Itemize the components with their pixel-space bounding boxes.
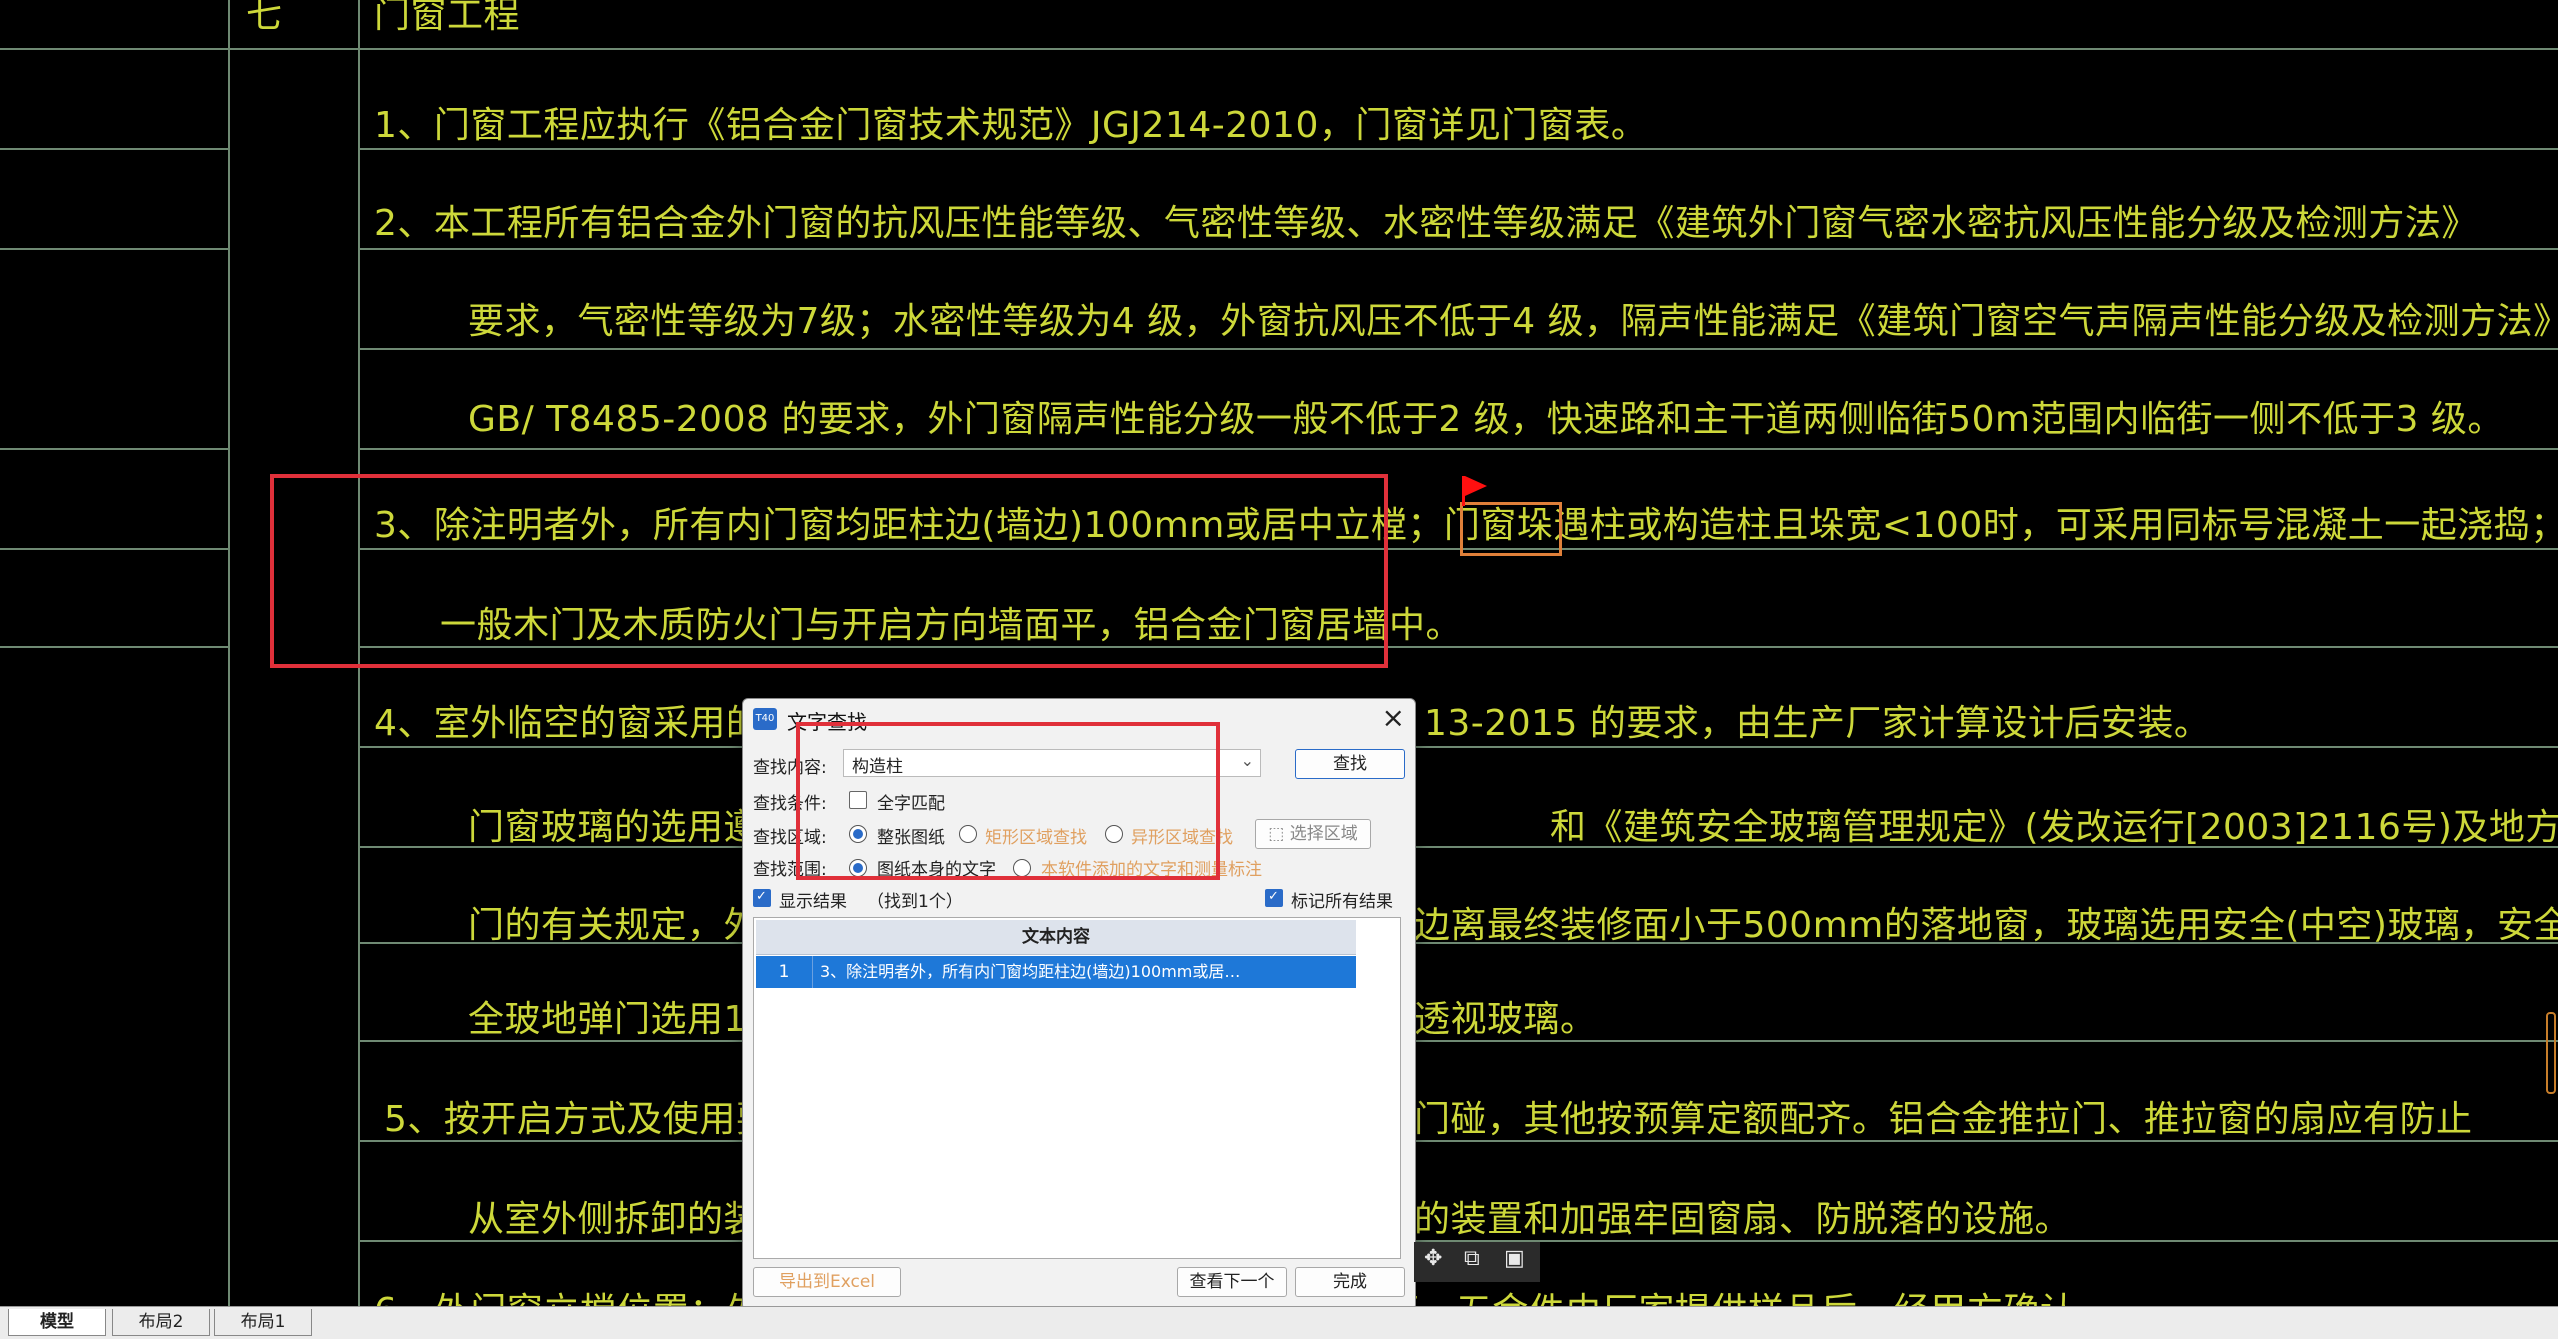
flag-marker-icon bbox=[1465, 476, 1487, 496]
table-border bbox=[0, 48, 2558, 50]
note-line-7a: 4、室外临空的窗采用的安 bbox=[374, 703, 799, 744]
paste-icon[interactable]: ▣ bbox=[1504, 1246, 1525, 1271]
table-border bbox=[358, 448, 2558, 450]
table-border bbox=[358, 248, 2558, 250]
note-line-7b: 13-2015 的要求，由生产厂家计算设计后安装。 bbox=[1424, 703, 2211, 744]
mark-all-label: 标记所有结果 bbox=[1291, 892, 1393, 912]
layout-tabs-bar: 模型 布局2 布局1 bbox=[0, 1306, 2558, 1339]
results-column-header[interactable]: 文本内容 bbox=[756, 920, 1356, 955]
table-border bbox=[0, 646, 228, 648]
tab-model[interactable]: 模型 bbox=[8, 1309, 106, 1336]
tab-layout1[interactable]: 布局1 bbox=[214, 1309, 312, 1336]
results-table[interactable]: 文本内容 1 3、除注明者外，所有内门窗均距柱边(墙边)100mm或居… bbox=[753, 917, 1401, 1259]
table-border bbox=[0, 248, 228, 250]
show-results-label: 显示结果 bbox=[779, 892, 847, 912]
note-line-3: 要求，气密性等级为7级；水密性等级为4 级，外窗抗风压不低于4 级，隔声性能满足… bbox=[468, 301, 2558, 342]
note-line-8b: 和《建筑安全玻璃管理规定》(发改运行[2003]2116号)及地方主管部 bbox=[1550, 807, 2558, 848]
table-row[interactable]: 1 3、除注明者外，所有内门窗均距柱边(墙边)100mm或居… bbox=[756, 956, 1356, 988]
table-border bbox=[0, 548, 228, 550]
note-line-10b: 透视玻璃。 bbox=[1414, 999, 1597, 1040]
section-title: 门窗工程 bbox=[374, 0, 521, 36]
mark-all-checkbox[interactable] bbox=[1265, 889, 1283, 907]
show-results-checkbox[interactable] bbox=[753, 889, 771, 907]
close-icon[interactable]: × bbox=[1382, 701, 1405, 734]
chevron-down-icon[interactable]: ⌄ bbox=[1241, 751, 1254, 770]
note-line-9b: 边离最终装修面小于500mm的落地窗，玻璃选用安全(中空)玻璃，安全中空玻璃应双 bbox=[1414, 905, 2558, 946]
table-border bbox=[358, 148, 2558, 150]
scroll-indicator[interactable] bbox=[2546, 1012, 2556, 1094]
row-text: 3、除注明者外，所有内门窗均距柱边(墙边)100mm或居… bbox=[820, 962, 1241, 981]
dialog-highlight-box bbox=[796, 722, 1220, 880]
note-line-11b: 门碰，其他按预算定额配齐。铝合金推拉门、推拉窗的扇应有防止 bbox=[1414, 1099, 2473, 1140]
select-area-label: 选择区域 bbox=[1289, 824, 1358, 844]
select-area-button[interactable]: ⬚ 选择区域 bbox=[1255, 819, 1371, 849]
move-icon[interactable]: ✥ bbox=[1424, 1246, 1442, 1271]
note-line-4: GB/ T8485-2008 的要求，外门窗隔声性能分级一般不低于2 级，快速路… bbox=[468, 399, 2504, 440]
table-border bbox=[0, 448, 228, 450]
find-button[interactable]: 查找 bbox=[1295, 749, 1405, 779]
copy-icon[interactable]: ⧉ bbox=[1464, 1246, 1480, 1271]
done-button[interactable]: 完成 bbox=[1295, 1267, 1405, 1297]
select-area-icon: ⬚ bbox=[1268, 824, 1285, 844]
table-divider bbox=[228, 0, 230, 1306]
row-number: 1 bbox=[756, 956, 813, 988]
note-line-2: 2、本工程所有铝合金外门窗的抗风压性能等级、气密性等级、水密性等级满足《建筑外门… bbox=[374, 203, 2478, 244]
tab-layout2[interactable]: 布局2 bbox=[112, 1309, 210, 1336]
table-border bbox=[358, 348, 2558, 350]
found-count: （找到1个） bbox=[867, 892, 963, 912]
search-highlight-box bbox=[270, 474, 1388, 668]
table-border bbox=[0, 148, 228, 150]
table-border bbox=[358, 746, 2558, 748]
note-line-1: 1、门窗工程应执行《铝合金门窗技术规范》JGJ214-2010，门窗详见门窗表。 bbox=[374, 105, 1648, 146]
section-number: 七 bbox=[246, 0, 283, 36]
export-excel-button[interactable]: 导出到Excel bbox=[753, 1267, 901, 1297]
floating-toolbar: ✥ ⧉ ▣ bbox=[1414, 1242, 1540, 1282]
match-highlight bbox=[1460, 502, 1562, 556]
note-line-12b: 的装置和加强牢固窗扇、防脱落的设施。 bbox=[1414, 1199, 2072, 1240]
app-icon: T40 bbox=[753, 708, 777, 730]
find-next-button[interactable]: 查看下一个 bbox=[1177, 1267, 1287, 1297]
